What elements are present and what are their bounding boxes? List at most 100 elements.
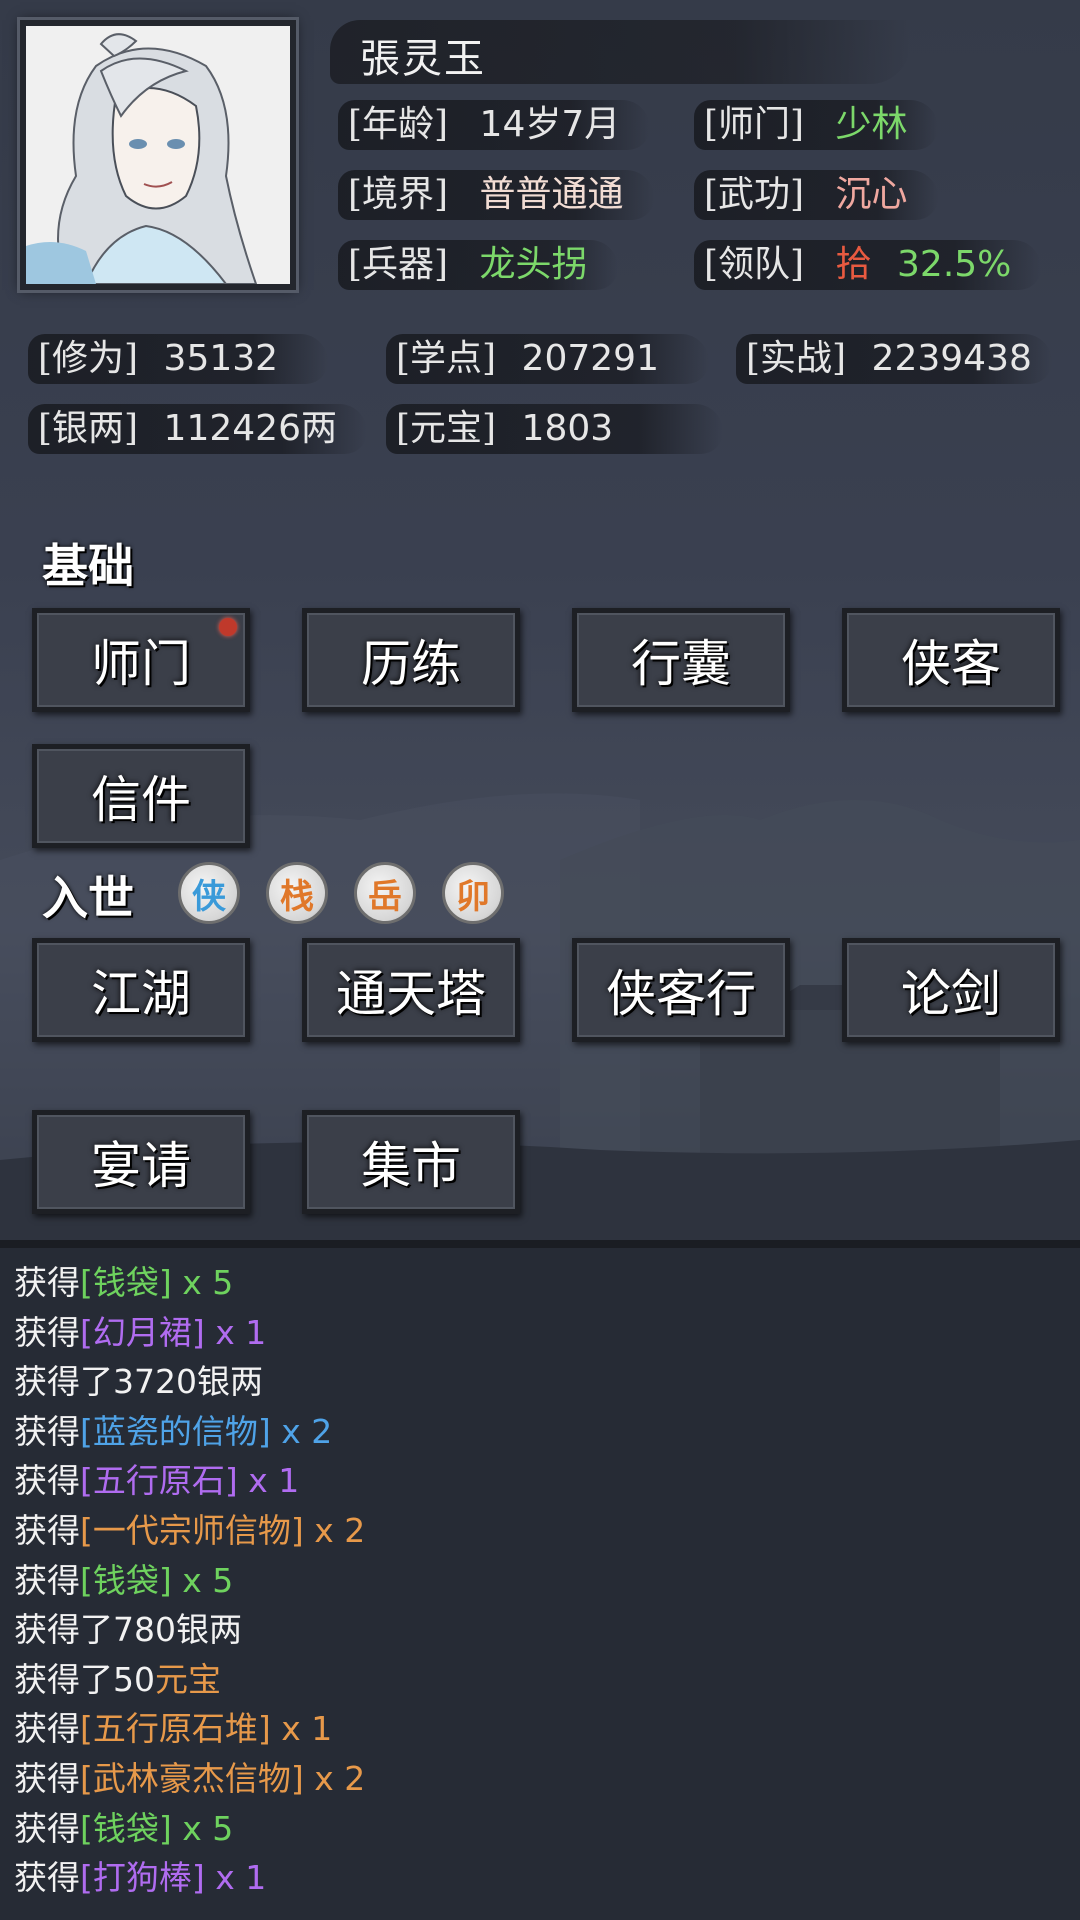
stat-yuanbao: [元宝] 1803 (386, 400, 724, 458)
character-name: 張灵玉 (360, 36, 486, 82)
badge-mountain-icon[interactable]: 岳 (354, 862, 416, 924)
log-entry-text: 获得 (14, 1808, 80, 1848)
stat-study-points-label: [学点] (396, 338, 497, 379)
stat-cultivation-label: [修为] (38, 338, 139, 379)
log-entry: 获得[一代宗师信物] x 2 (14, 1506, 365, 1555)
btn-market[interactable]: 集市 (302, 1110, 520, 1214)
log-entry: 获得[武林豪杰信物] x 2 (14, 1754, 365, 1803)
log-entry: 获得[幻月裙] x 1 (14, 1308, 266, 1357)
log-entry-text: [钱袋] (80, 1560, 172, 1600)
btn-heroes[interactable]: 侠客 (842, 608, 1060, 712)
stat-combat-label: [实战] (746, 338, 847, 379)
log-entry: 获得[五行原石] x 1 (14, 1456, 299, 1505)
log-entry-text: x 1 (270, 1709, 333, 1749)
log-entry-text: 元宝 (155, 1659, 221, 1699)
stat-sect-label: [师门] (704, 104, 805, 145)
stat-martial-value: 沉心 (835, 174, 908, 215)
log-entry-text: x 1 (237, 1461, 300, 1501)
log-entry-text: [蓝瓷的信物] (80, 1411, 271, 1451)
btn-bag[interactable]: 行囊 (572, 608, 790, 712)
btn-tower[interactable]: 通天塔 (302, 938, 520, 1042)
log-entry-text: [钱袋] (80, 1263, 172, 1302)
stat-team-percent: 32.5% (897, 244, 1012, 285)
log-entry: 获得[钱袋] x 5 (14, 1804, 233, 1853)
log-entry: 获得了3720银两 (14, 1357, 263, 1406)
stat-silver-value: 112426两 (163, 408, 337, 449)
log-entry-text: 获得 (14, 1759, 80, 1798)
badge-inn-icon[interactable]: 栈 (266, 862, 328, 924)
stat-cultivation-value: 35132 (163, 338, 279, 379)
section-title-basic: 基础 (42, 539, 134, 593)
stat-age-value: 14岁7月 (479, 104, 621, 145)
stat-silver: [银两] 112426两 (28, 400, 367, 458)
badge-mao-icon[interactable]: 卯 (442, 862, 504, 924)
log-entry: 获得[打狗棒] x 1 (14, 1853, 266, 1902)
stat-combat: [实战] 2239438 (736, 330, 1052, 388)
stat-cultivation: [修为] 35132 (28, 330, 329, 388)
stat-martial-label: [武功] (704, 174, 805, 215)
stat-weapon: [兵器] 龙头拐 (338, 236, 618, 294)
log-entry-text: x 5 (171, 1560, 234, 1600)
btn-banquet[interactable]: 宴请 (32, 1110, 250, 1214)
log-entry: 获得[钱袋] x 5 (14, 1258, 233, 1307)
stat-combat-value: 2239438 (871, 338, 1032, 379)
log-entry-text: [钱袋] (80, 1808, 172, 1848)
log-entry-text: 获得 (14, 1709, 80, 1749)
log-entry-text: x 2 (270, 1411, 333, 1451)
log-entry: 获得[钱袋] x 5 (14, 1556, 233, 1605)
btn-sect[interactable]: 师门 (32, 608, 250, 712)
log-entry-text: x 5 (171, 1263, 234, 1302)
stat-yuanbao-label: [元宝] (396, 408, 497, 449)
stat-team-rank: 拾 (835, 244, 872, 285)
stat-weapon-label: [兵器] (348, 244, 449, 285)
log-entry-text: 获得 (14, 1461, 80, 1501)
btn-letters[interactable]: 信件 (32, 744, 250, 848)
stat-study-points: [学点] 207291 (386, 330, 709, 388)
stat-silver-label: [银两] (38, 408, 139, 449)
portrait-image (26, 26, 290, 284)
log-entry-text: x 2 (303, 1759, 366, 1798)
log-entry-text: 获得 (14, 1312, 80, 1352)
log-entry-text: x 2 (303, 1511, 366, 1550)
stat-team: [领队] 拾 32.5% (694, 236, 1042, 294)
stat-realm: [境界] 普普通通 (338, 166, 654, 224)
btn-duel[interactable]: 论剑 (842, 938, 1060, 1042)
log-entry-text: [打狗棒] (80, 1858, 205, 1898)
character-portrait[interactable] (20, 20, 296, 290)
stat-yuanbao-value: 1803 (521, 408, 614, 449)
log-entry: 获得了780银两 (14, 1605, 242, 1654)
log-entry-text: [一代宗师信物] (80, 1511, 304, 1550)
log-entry-text: [五行原石堆] (80, 1709, 271, 1749)
log-entry: 获得了50元宝 (14, 1655, 221, 1704)
log-entry-text: [武林豪杰信物] (80, 1759, 304, 1798)
log-entry-text: 获得了3720银两 (14, 1362, 263, 1402)
log-entry-text: 获得 (14, 1858, 80, 1898)
log-entry-text: x 1 (204, 1858, 267, 1898)
stat-study-points-value: 207291 (521, 338, 659, 379)
btn-hero-quest[interactable]: 侠客行 (572, 938, 790, 1042)
log-entry-text: 获得 (14, 1411, 80, 1451)
log-entry-text: 获得 (14, 1263, 80, 1302)
log-entry: 获得[蓝瓷的信物] x 2 (14, 1407, 332, 1456)
stat-team-label: [领队] (704, 244, 805, 285)
stat-realm-value: 普普通通 (479, 174, 624, 215)
log-entry-text: [五行原石] (80, 1461, 238, 1501)
btn-training[interactable]: 历练 (302, 608, 520, 712)
log-entry-text: x 5 (171, 1808, 234, 1848)
stat-sect-value: 少林 (835, 104, 908, 145)
log-entry: 获得[五行原石堆] x 1 (14, 1704, 332, 1753)
stat-age: [年龄] 14岁7月 (338, 96, 651, 154)
section-title-world: 入世 (42, 871, 134, 925)
stat-weapon-value: 龙头拐 (479, 244, 588, 285)
notification-dot (219, 618, 237, 636)
log-entry-text: 获得了780银两 (14, 1610, 242, 1650)
stat-martial: [武功] 沉心 (694, 166, 938, 224)
btn-jianghu[interactable]: 江湖 (32, 938, 250, 1042)
log-entry-text: x 1 (204, 1312, 267, 1352)
stat-realm-label: [境界] (348, 174, 449, 215)
log-entry-text: [幻月裙] (80, 1312, 205, 1352)
log-entry-text: 获得 (14, 1560, 80, 1600)
stat-age-label: [年龄] (348, 104, 449, 145)
log-entry-text: 获得了50 (14, 1659, 155, 1699)
badge-hero-icon[interactable]: 侠 (178, 862, 240, 924)
